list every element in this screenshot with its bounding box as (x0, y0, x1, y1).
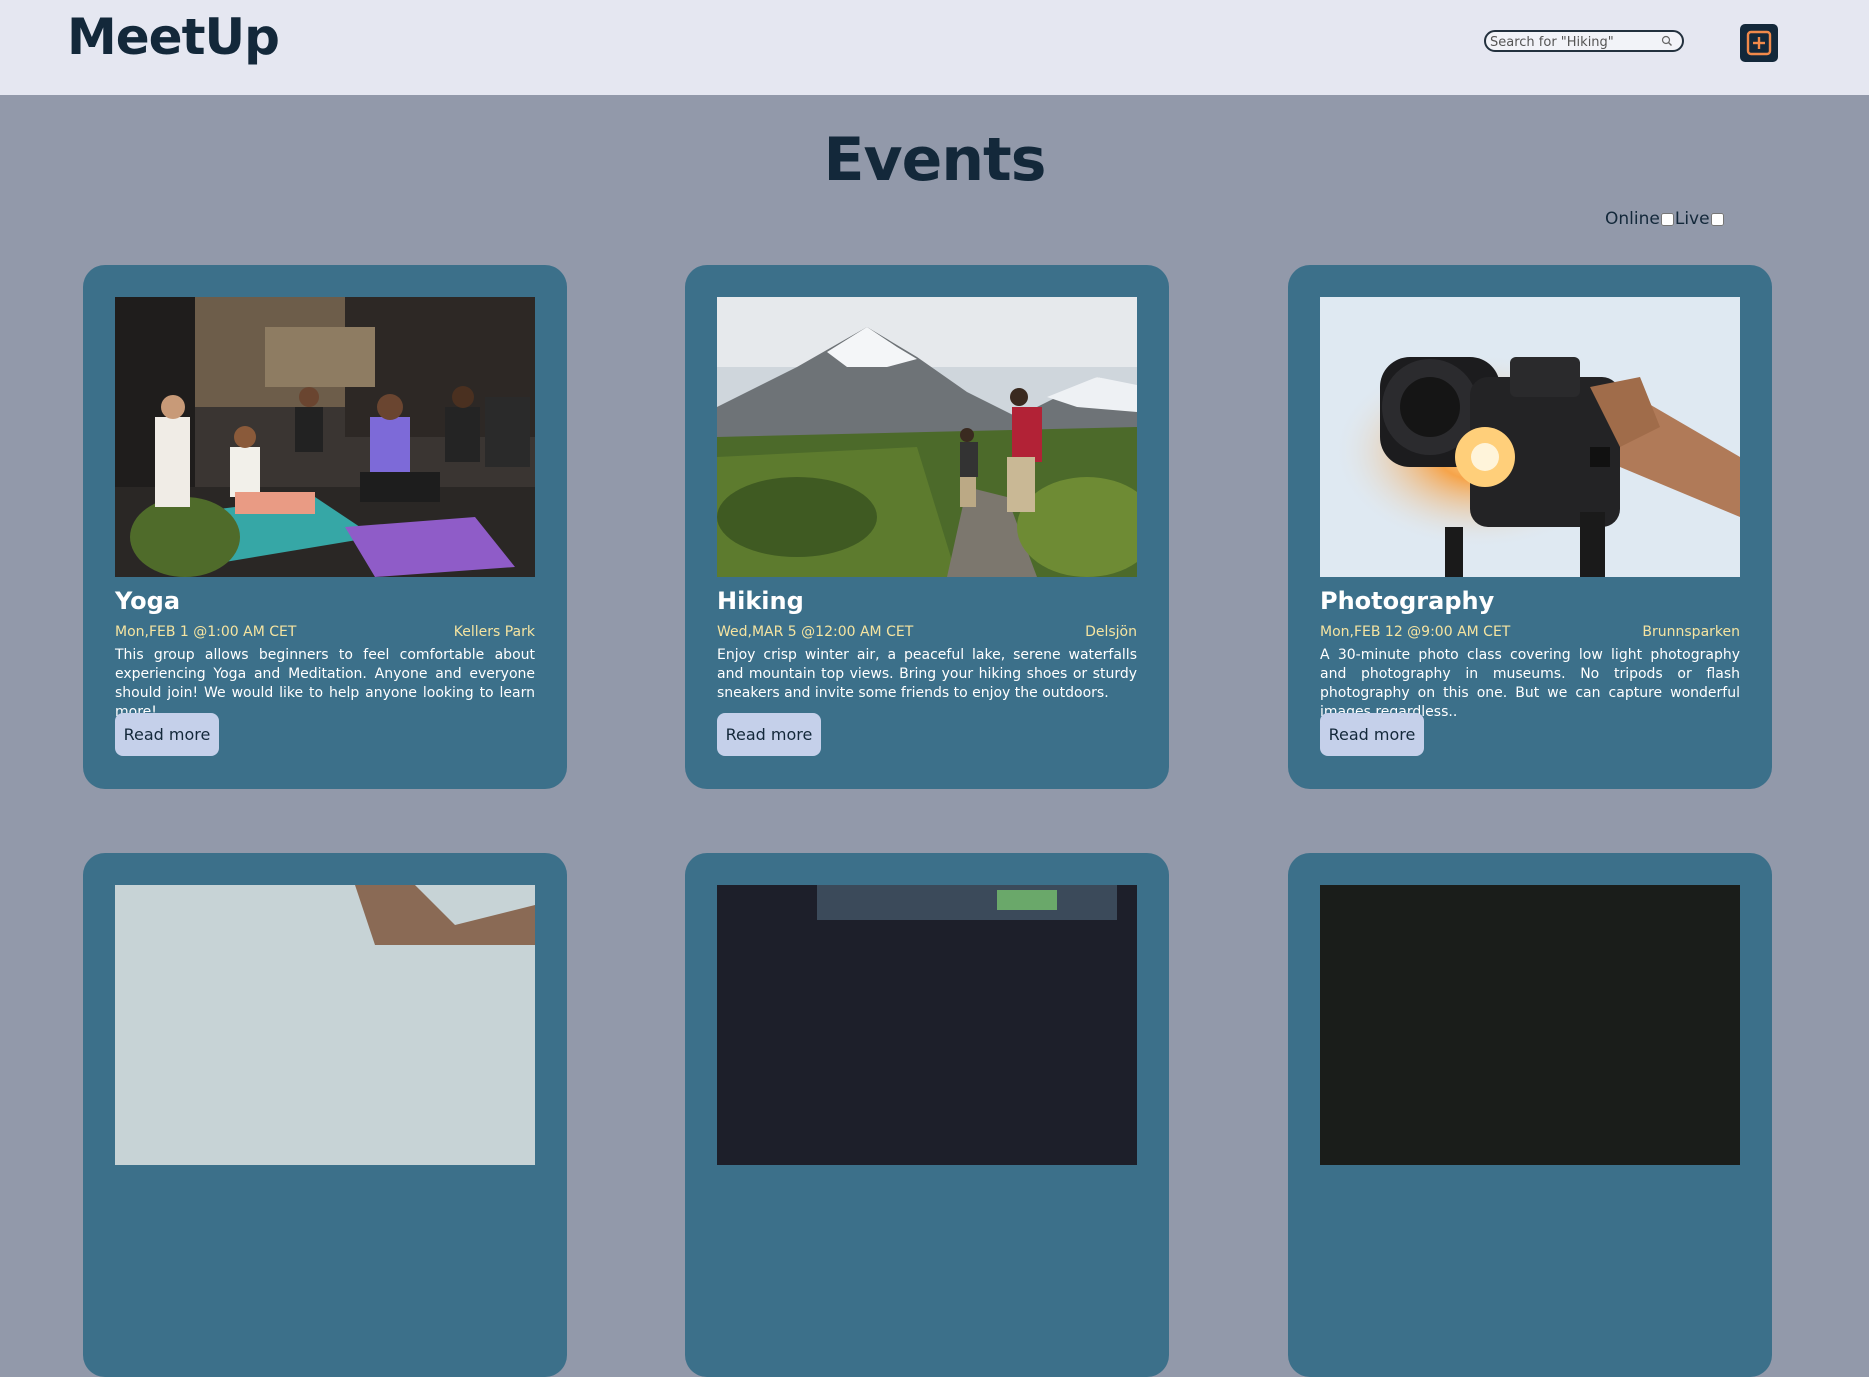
create-event-button[interactable] (1740, 24, 1778, 62)
page-title: Events (823, 125, 1047, 195)
event-location: Delsjön (1085, 624, 1137, 640)
filter-live-checkbox[interactable] (1710, 212, 1724, 226)
event-date: Wed,MAR 5 @12:00 AM CET (717, 624, 914, 640)
event-image (717, 885, 1137, 1165)
event-description: A 30-minute photo class covering low lig… (1320, 647, 1740, 720)
event-card-yoga: Yoga Mon,FEB 1 @1:00 AM CET Kellers Park… (83, 265, 567, 789)
event-image (115, 885, 535, 1165)
event-date: Mon,FEB 1 @1:00 AM CET (115, 624, 297, 640)
search-input[interactable] (1490, 33, 1660, 51)
read-more-button[interactable]: Read more (717, 713, 821, 756)
event-type-filters: Online Live (1605, 208, 1725, 230)
event-image-hiking (717, 297, 1137, 577)
read-more-button[interactable]: Read more (115, 713, 219, 756)
event-image-photography (1320, 297, 1740, 577)
event-card (685, 853, 1169, 1377)
event-title: Photography (1320, 587, 1495, 615)
event-location: Brunnsparken (1642, 624, 1740, 640)
plus-square-icon (1746, 30, 1772, 56)
top-header: MeetUp (0, 0, 1869, 95)
event-description: This group allows beginners to feel comf… (115, 647, 535, 720)
filter-live-label: Live (1674, 209, 1710, 229)
filter-online-checkbox[interactable] (1660, 212, 1674, 226)
event-image-yoga (115, 297, 535, 577)
site-logo[interactable]: MeetUp (67, 8, 280, 66)
filter-online-label: Online (1605, 209, 1660, 229)
event-title: Hiking (717, 587, 804, 615)
event-location: Kellers Park (453, 624, 535, 640)
event-title: Yoga (115, 587, 181, 615)
search-icon[interactable] (1660, 34, 1674, 48)
event-description: Enjoy crisp winter air, a peaceful lake,… (717, 647, 1137, 701)
event-card-hiking: Hiking Wed,MAR 5 @12:00 AM CET Delsjön E… (685, 265, 1169, 789)
event-card (83, 853, 567, 1377)
read-more-button[interactable]: Read more (1320, 713, 1424, 756)
search-box[interactable] (1484, 30, 1684, 52)
event-image (1320, 885, 1740, 1165)
event-date: Mon,FEB 12 @9:00 AM CET (1320, 624, 1511, 640)
event-card-photography: Photography Mon,FEB 12 @9:00 AM CET Brun… (1288, 265, 1772, 789)
event-card (1288, 853, 1772, 1377)
